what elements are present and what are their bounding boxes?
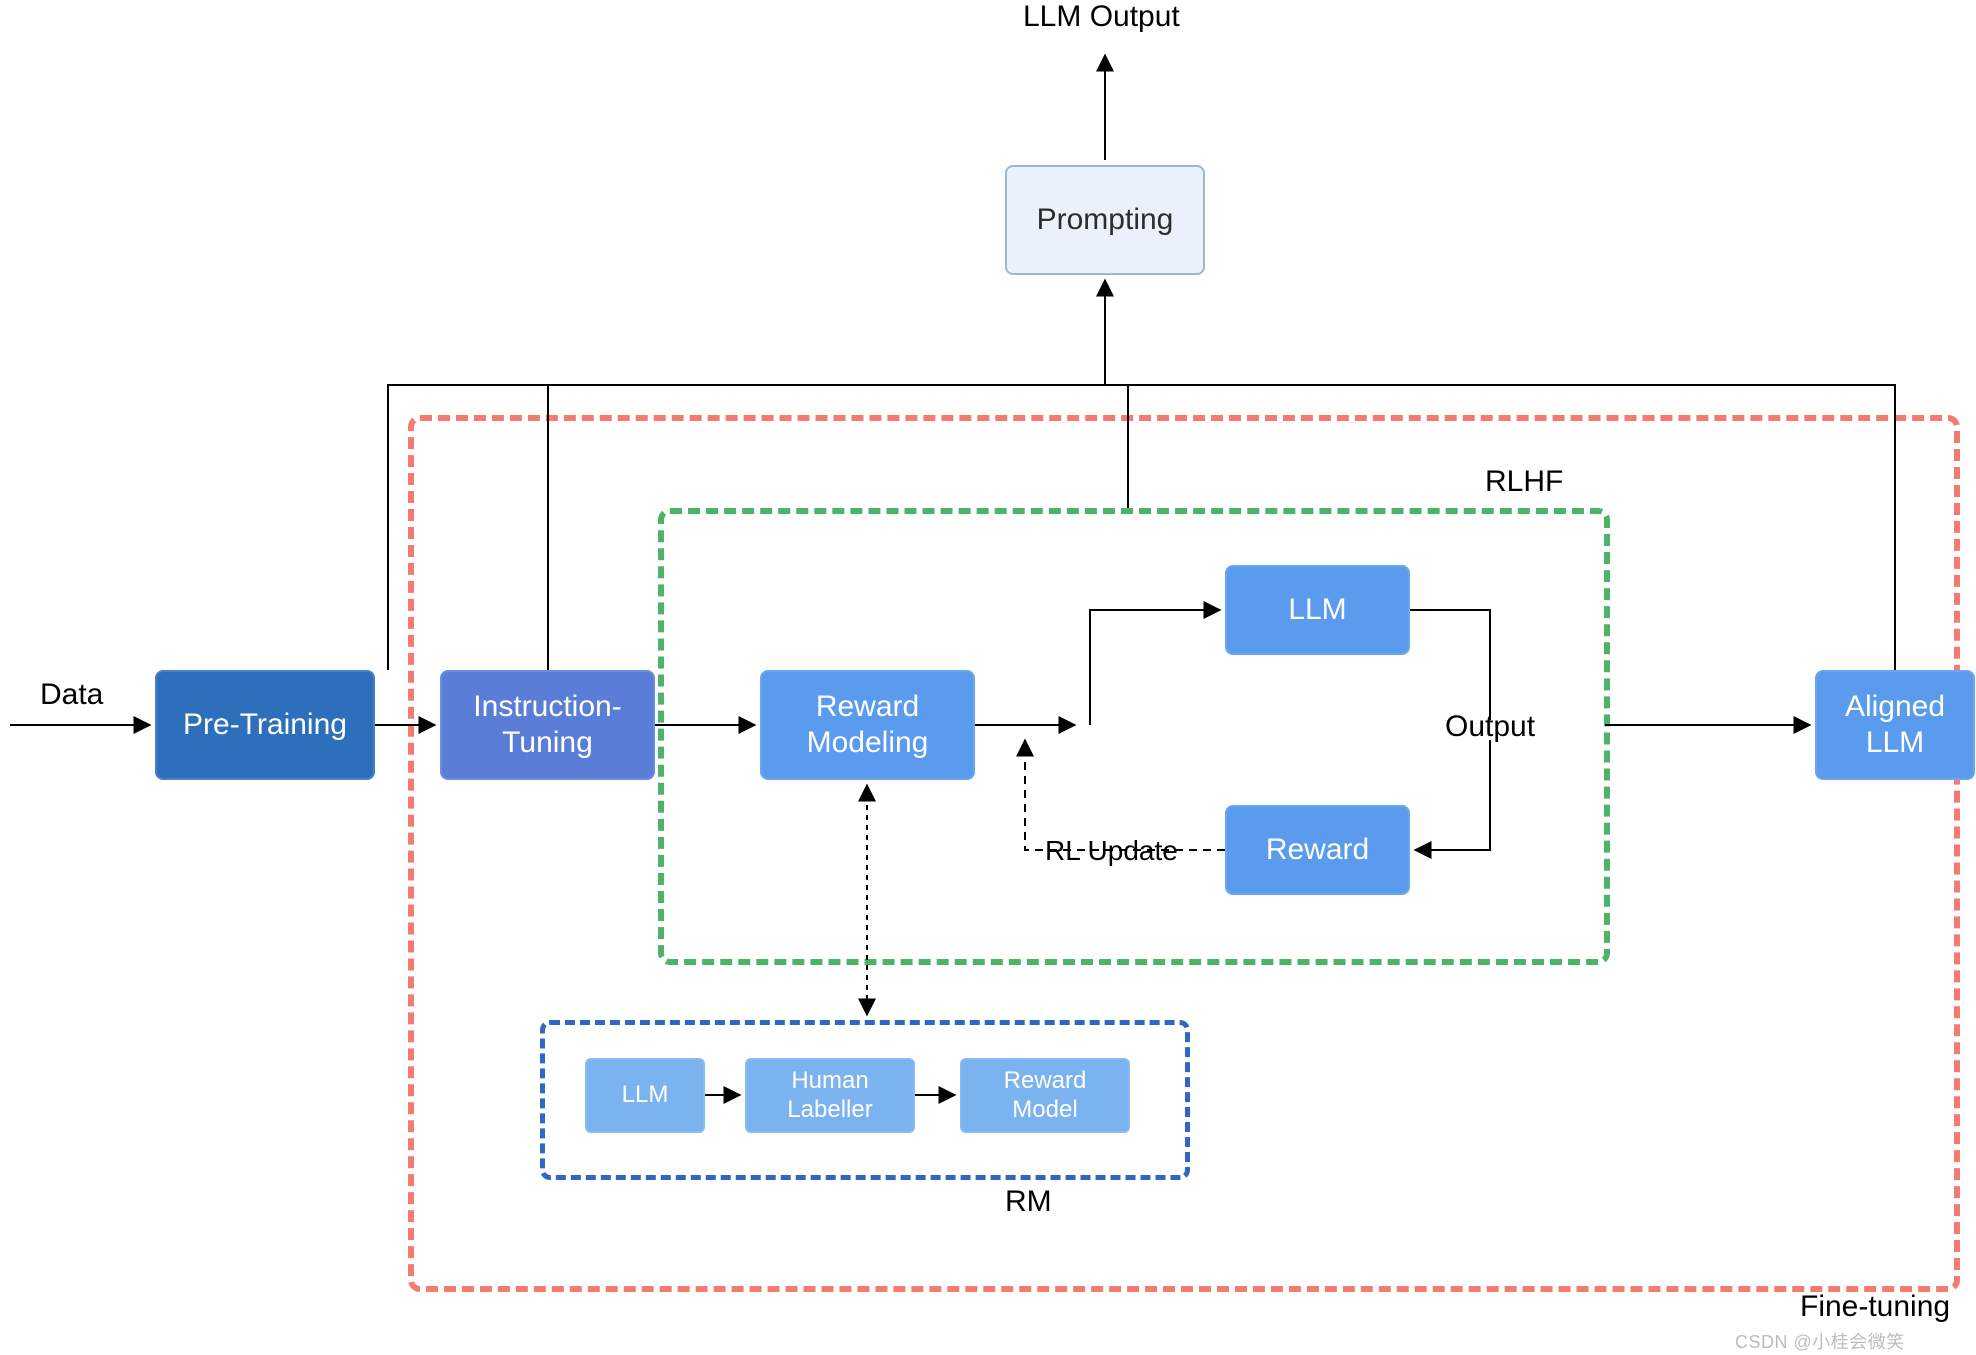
rm-llm-label: LLM — [616, 1077, 675, 1114]
pretraining-node: Pre-Training — [155, 670, 375, 780]
reward-node: Reward — [1225, 805, 1410, 895]
reward-label: Reward — [1260, 828, 1375, 872]
watermark-label: CSDN @小桂会微笑 — [1735, 1328, 1905, 1354]
rm-reward-model-node: Reward Model — [960, 1058, 1130, 1133]
output-label: Output — [1445, 710, 1535, 744]
rlhf-label: RLHF — [1485, 465, 1563, 499]
rm-human-labeller-label: Human Labeller — [781, 1063, 878, 1129]
llm-label: LLM — [1282, 588, 1352, 632]
aligned-llm-label: Aligned LLM — [1839, 685, 1951, 765]
fine-tuning-label: Fine-tuning — [1800, 1290, 1950, 1324]
llm-output-label: LLM Output — [1023, 0, 1180, 34]
rm-label: RM — [1005, 1185, 1052, 1219]
instruction-tuning-label: Instruction- Tuning — [467, 685, 627, 765]
llm-node: LLM — [1225, 565, 1410, 655]
rl-update-label: RL Update — [1045, 835, 1178, 867]
reward-modeling-label: Reward Modeling — [801, 685, 935, 765]
prompting-node: Prompting — [1005, 165, 1205, 275]
instruction-tuning-node: Instruction- Tuning — [440, 670, 655, 780]
rm-llm-node: LLM — [585, 1058, 705, 1133]
diagram-canvas: Pre-Training Instruction- Tuning Reward … — [0, 0, 1976, 1355]
rm-reward-model-label: Reward Model — [998, 1063, 1093, 1129]
reward-modeling-node: Reward Modeling — [760, 670, 975, 780]
aligned-llm-node: Aligned LLM — [1815, 670, 1975, 780]
rm-human-labeller-node: Human Labeller — [745, 1058, 915, 1133]
pretraining-label: Pre-Training — [177, 703, 353, 747]
data-label: Data — [40, 678, 103, 712]
prompting-label: Prompting — [1031, 198, 1180, 242]
